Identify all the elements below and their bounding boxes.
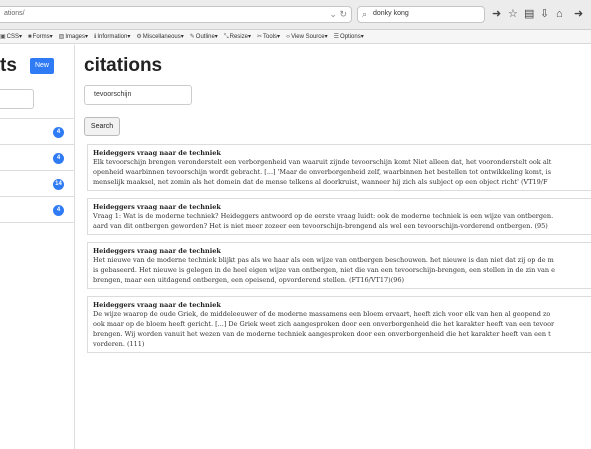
forward-arrow-icon[interactable]: ➜ bbox=[492, 7, 501, 21]
devbar-icon: ☰ bbox=[333, 34, 340, 40]
devbar-label: View Source▾ bbox=[291, 34, 328, 40]
home-icon[interactable]: ⌂ bbox=[556, 7, 563, 21]
devbar-menu-item[interactable]: ℹInformation▾ bbox=[94, 30, 131, 43]
devbar-icon: ▧ bbox=[58, 34, 65, 40]
sidebar-item[interactable]: 4 bbox=[0, 118, 75, 145]
browser-toolbar: ations/ ⌄ ↻ ⌕ donky kong ➜ ☆ ▤ ⇩ ⌂ ➜ bbox=[0, 0, 591, 30]
search-button[interactable]: Search bbox=[84, 117, 120, 136]
devbar-icon: ■ bbox=[28, 34, 32, 40]
devbar-menu-item[interactable]: ⤡Resize▾ bbox=[223, 30, 251, 43]
devbar-icon: ✎ bbox=[189, 34, 195, 40]
citation-text-line: ook maar op de bloem heeft gericht. [...… bbox=[93, 320, 555, 328]
devbar-label: Tools▾ bbox=[263, 34, 281, 40]
browser-search-text: donky kong bbox=[373, 10, 409, 17]
citation-heading: Heideggers vraag naar de techniek bbox=[93, 247, 221, 255]
devbar-label: Forms▾ bbox=[32, 34, 53, 40]
count-badge: 4 bbox=[53, 127, 64, 138]
main-panel: citations tevoorschijn Search Heideggers… bbox=[84, 45, 591, 449]
citation-heading: Heideggers vraag naar de techniek bbox=[93, 301, 221, 309]
devbar-label: CSS▾ bbox=[6, 34, 23, 40]
devbar-menu-item[interactable]: ☰Options▾ bbox=[333, 30, 364, 43]
devbar-icon: ▣ bbox=[0, 34, 6, 40]
new-button[interactable]: New bbox=[30, 58, 54, 74]
devbar-icon: ⚙ bbox=[136, 34, 142, 40]
devbar-icon: ⤡ bbox=[223, 34, 229, 40]
devbar-label: Miscellaneous▾ bbox=[142, 34, 184, 40]
results-list: Heideggers vraag naar de techniek Elk tev… bbox=[87, 144, 591, 360]
reload-icon[interactable]: ⌄ ↻ bbox=[329, 9, 347, 20]
count-badge: 4 bbox=[53, 205, 64, 216]
page-content: ts New 4 4 14 4 citations tevoorschijn S… bbox=[0, 45, 591, 449]
arrow-icon[interactable]: ➜ bbox=[574, 7, 583, 21]
query-input[interactable]: tevoorschijn bbox=[84, 85, 192, 105]
count-badge: 4 bbox=[53, 153, 64, 164]
address-bar[interactable]: ations/ ⌄ ↻ bbox=[0, 6, 352, 23]
citation-text-line: Vraag 1: Wat is de moderne techniek? Hei… bbox=[93, 212, 554, 220]
devbar-icon: ℹ bbox=[94, 34, 97, 40]
search-icon: ⌕ bbox=[362, 9, 368, 19]
count-badge: 14 bbox=[53, 179, 64, 190]
sidebar-item[interactable]: 4 bbox=[0, 196, 75, 223]
devbar-icon: ✂ bbox=[257, 34, 263, 40]
devbar-menu-item[interactable]: ▣CSS▾ bbox=[0, 30, 23, 43]
devbar-label: Outline▾ bbox=[195, 34, 218, 40]
web-developer-toolbar: ▣CSS▾ ■Forms▾ ▧Images▾ ℹInformation▾ ⚙Miscel… bbox=[0, 30, 591, 44]
sidebar-item[interactable]: 4 bbox=[0, 144, 75, 171]
citation-card[interactable]: Heideggers vraag naar de techniek De wijz… bbox=[87, 296, 591, 353]
devbar-menu-item[interactable]: ✂Tools▾ bbox=[257, 30, 281, 43]
citation-card[interactable]: Heideggers vraag naar de techniek Vraag 1… bbox=[87, 198, 591, 235]
devbar-menu-item[interactable]: ■Forms▾ bbox=[28, 30, 53, 43]
page-title: citations bbox=[84, 55, 163, 76]
devbar-menu-item[interactable]: ✎Outline▾ bbox=[189, 30, 218, 43]
citation-text-line: De wijze waarop de oude Griek, de middel… bbox=[93, 310, 551, 318]
devbar-label: Information▾ bbox=[97, 34, 131, 40]
citation-text-line: vorderen. (111) bbox=[93, 340, 145, 348]
citation-text-line: brengen, maar een uitdagend ontbergen, e… bbox=[93, 276, 405, 284]
citation-heading: Heideggers vraag naar de techniek bbox=[93, 203, 221, 211]
sidebar-list: 4 4 14 4 bbox=[0, 118, 75, 223]
sidebar-title: ts bbox=[0, 55, 17, 76]
address-text: ations/ bbox=[4, 10, 25, 17]
devbar-label: Options▾ bbox=[340, 34, 364, 40]
citation-text-line: brengen. Wij worden vanuit het wezen van… bbox=[93, 330, 551, 338]
sidebar: ts New 4 4 14 4 bbox=[0, 45, 75, 449]
citation-card[interactable]: Heideggers vraag naar de techniek Het nie… bbox=[87, 242, 591, 289]
devbar-menu-item[interactable]: ⚙Miscellaneous▾ bbox=[136, 30, 184, 43]
devbar-menu-item[interactable]: ‹›View Source▾ bbox=[286, 30, 328, 43]
citation-card[interactable]: Heideggers vraag naar de techniek Elk tev… bbox=[87, 144, 591, 191]
devbar-menu-item[interactable]: ▧Images▾ bbox=[58, 30, 89, 43]
download-icon[interactable]: ⇩ bbox=[540, 7, 549, 21]
browser-search-field[interactable]: ⌕ donky kong bbox=[357, 6, 485, 23]
citation-text-line: is gebaseerd. Het nieuwe is gelegen in d… bbox=[93, 266, 555, 274]
citation-heading: Heideggers vraag naar de techniek bbox=[93, 149, 221, 157]
citation-text-line: openheid waarbinnen tevoorschijn wordt g… bbox=[93, 168, 552, 176]
star-icon[interactable]: ☆ bbox=[508, 7, 518, 21]
devbar-icon: ‹› bbox=[286, 34, 291, 40]
devbar-label: Images▾ bbox=[65, 34, 89, 40]
citation-text-line: Het nieuwe van de moderne techniek blijk… bbox=[93, 256, 554, 264]
reading-list-icon[interactable]: ▤ bbox=[524, 7, 534, 21]
sidebar-item[interactable]: 14 bbox=[0, 170, 75, 197]
sidebar-input[interactable] bbox=[0, 89, 34, 109]
citation-text-line: aard van dit ontbergen geworden? Het is … bbox=[93, 222, 548, 230]
citation-text-line: Elk tevoorschijn brengen veronderstelt e… bbox=[93, 158, 552, 166]
devbar-label: Resize▾ bbox=[229, 34, 251, 40]
citation-text-line: menselijk maaksel, net zomin als het dom… bbox=[93, 178, 548, 186]
